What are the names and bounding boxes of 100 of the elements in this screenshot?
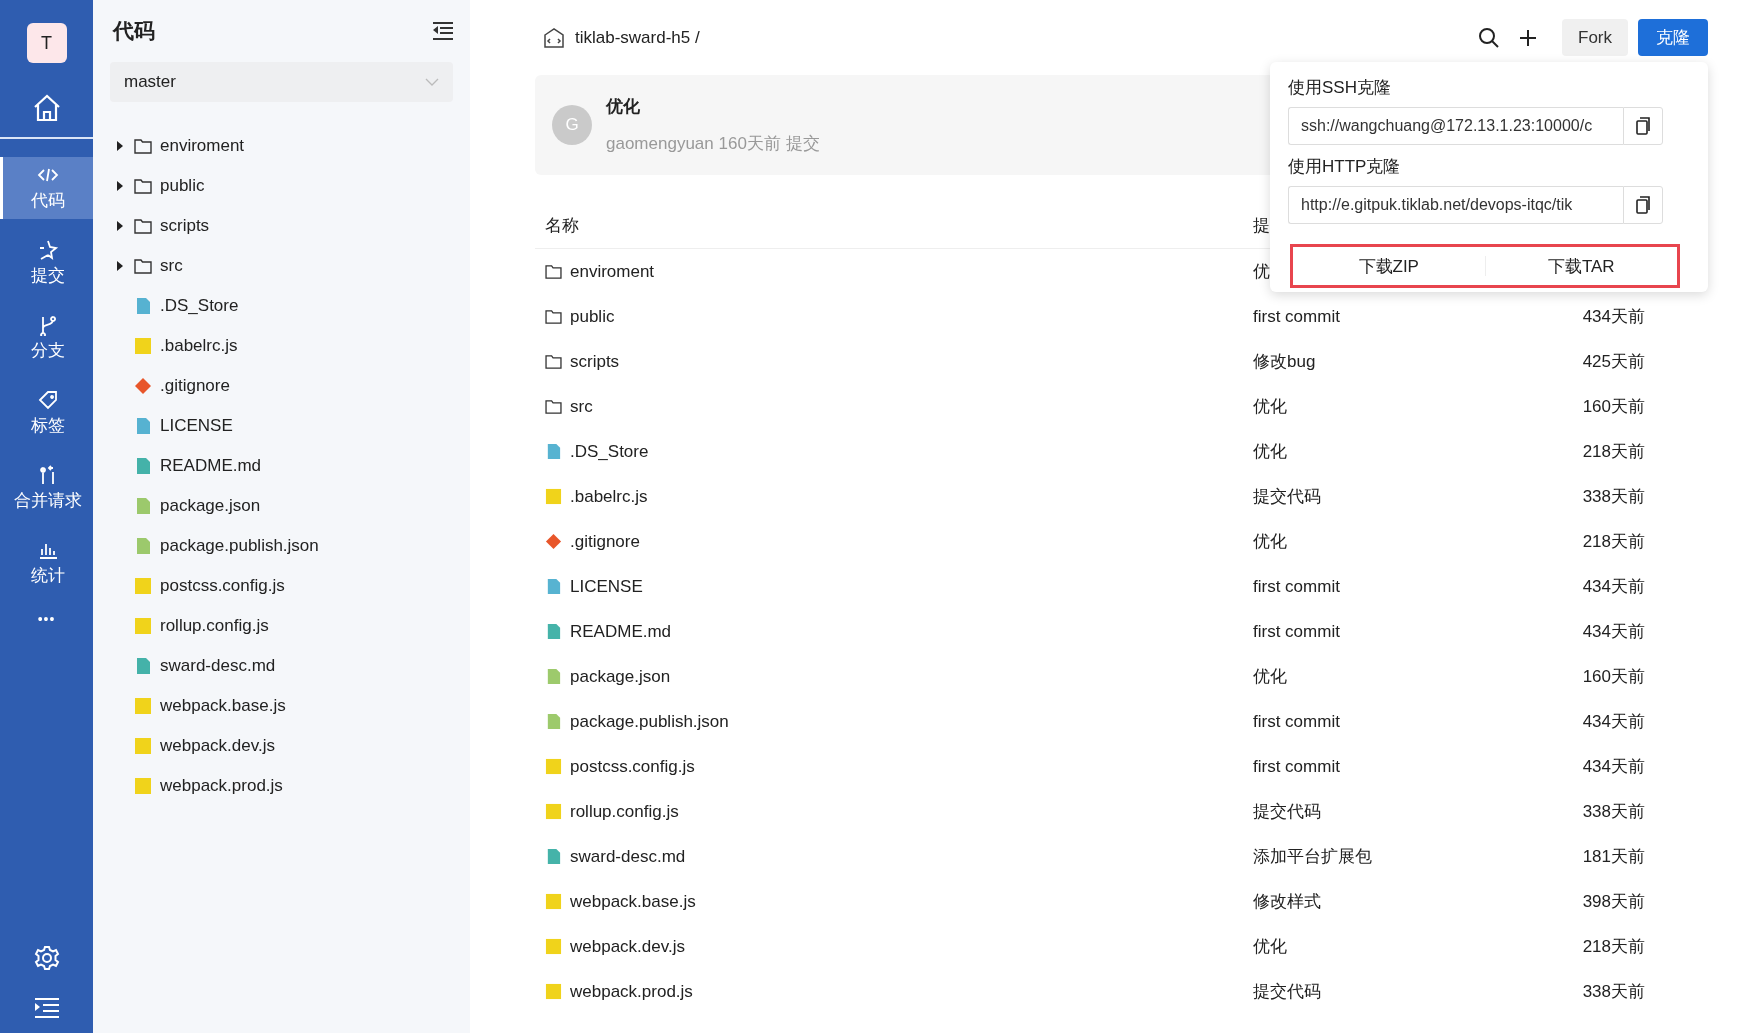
nav-item[interactable]: 标签 (0, 382, 93, 444)
time-cell-text: 338天前 (1581, 486, 1645, 508)
tree-item[interactable]: scripts (110, 206, 453, 246)
branch-select[interactable]: master (110, 62, 453, 102)
commit-cell: 提交代码 (1253, 982, 1321, 1001)
tree-item[interactable]: package.publish.json (110, 526, 453, 566)
time-cell-text: 218天前 (1581, 531, 1645, 553)
folder-icon (545, 399, 562, 414)
nav-item[interactable]: 提交 (0, 232, 93, 294)
folder-icon (545, 264, 562, 279)
file-name-link[interactable]: README.md (570, 621, 672, 642)
commit-cell: 优化 (1253, 442, 1287, 461)
file-name-link[interactable]: sward-desc.md (570, 846, 686, 867)
commit-message: 优化 (606, 96, 641, 118)
menu-icon[interactable] (34, 997, 59, 1019)
tree-item[interactable]: package.json (110, 486, 453, 526)
tree-item[interactable]: webpack.dev.js (110, 726, 453, 766)
file-icon (134, 577, 152, 595)
search-icon[interactable] (1478, 26, 1500, 49)
file-name-link[interactable]: scripts (570, 351, 620, 372)
tree-item[interactable]: postcss.config.js (110, 566, 453, 606)
file-name-link[interactable]: .gitignore (570, 531, 640, 552)
file-name-link[interactable]: public (570, 306, 615, 327)
tree-item[interactable]: .babelrc.js (110, 326, 453, 366)
tree-item[interactable]: webpack.base.js (110, 686, 453, 726)
file-name-link[interactable]: webpack.base.js (570, 891, 696, 912)
tree-item[interactable]: webpack.prod.js (110, 766, 453, 806)
commit-icon (37, 239, 59, 261)
file-icon (545, 848, 562, 865)
folder-icon (134, 138, 152, 154)
file-icon (545, 803, 562, 820)
settings-icon[interactable] (33, 945, 60, 971)
commit-cell: 优 (1253, 262, 1270, 281)
file-name-link[interactable]: postcss.config.js (570, 756, 695, 777)
tree-item[interactable]: rollup.config.js (110, 606, 453, 646)
file-name-link[interactable]: src (570, 396, 593, 417)
file-icon (545, 623, 562, 640)
chevron-down-icon (425, 77, 439, 87)
nav-item[interactable]: 统计 (0, 532, 93, 594)
repository-breadcrumb[interactable]: tiklab-sward-h5 / (575, 27, 700, 48)
panel-title: 代码 (111, 18, 155, 44)
file-name-link[interactable]: package.publish.json (570, 711, 729, 732)
tree-item[interactable]: public (110, 166, 453, 206)
copy-button[interactable] (1623, 186, 1663, 224)
file-icon (134, 297, 152, 315)
copy-icon (1635, 196, 1651, 214)
file-icon (545, 443, 562, 460)
file-icon (545, 668, 562, 685)
commit-cell: 提交代码 (1253, 802, 1321, 821)
file-name-link[interactable]: LICENSE (570, 576, 643, 597)
folder-icon (545, 309, 562, 324)
time-cell-text: 218天前 (1581, 441, 1645, 463)
file-icon (545, 893, 562, 910)
tree-item[interactable]: .gitignore (110, 366, 453, 406)
http-url-field[interactable]: http://e.gitpuk.tiklab.net/devops-itqc/tik (1288, 186, 1623, 224)
file-name-link[interactable]: package.json (570, 666, 671, 687)
time-cell-text: 160天前 (1581, 396, 1645, 418)
tree-item[interactable]: sward-desc.md (110, 646, 453, 686)
nav-item[interactable]: 代码 (0, 157, 93, 219)
file-icon (134, 537, 152, 555)
clone-button[interactable]: 克隆 (1638, 19, 1708, 56)
time-cell-text: 434天前 (1581, 306, 1645, 328)
tree-item[interactable]: .DS_Store (110, 286, 453, 326)
folder-icon (134, 258, 152, 274)
file-icon (134, 337, 152, 355)
download-button[interactable]: 下载ZIP (1293, 247, 1485, 285)
commit-cell: first commit (1253, 711, 1340, 731)
ssh-url-field[interactable]: ssh://wangchuang@172.13.1.23:10000/c (1288, 107, 1623, 145)
commit-cell: 修改样式 (1253, 892, 1321, 911)
plus-icon[interactable] (1518, 27, 1538, 48)
file-name-link[interactable]: .babelrc.js (570, 486, 648, 507)
commit-meta: gaomengyuan 160天前 提交 (606, 133, 820, 155)
tree-item[interactable]: LICENSE (110, 406, 453, 446)
collapse-icon[interactable] (433, 22, 453, 40)
file-name-link[interactable]: webpack.prod.js (570, 981, 693, 1002)
ssh-label: 使用SSH克隆 (1288, 77, 1392, 99)
more-button[interactable]: ••• (37, 611, 56, 627)
file-name-link[interactable]: .DS_Store (570, 441, 649, 462)
commit-cell: 优化 (1253, 667, 1287, 686)
fork-button[interactable]: Fork (1562, 19, 1628, 56)
column-header: 名称 (545, 215, 580, 237)
file-name-link[interactable]: rollup.config.js (570, 801, 679, 822)
file-name-link[interactable]: webpack.dev.js (570, 936, 685, 957)
workspace-avatar[interactable]: T (26, 23, 67, 63)
repository-icon (543, 26, 565, 49)
time-cell-text: 338天前 (1581, 801, 1645, 823)
file-icon (134, 377, 152, 395)
nav-item[interactable]: 分支 (0, 307, 93, 369)
tree-item[interactable]: enviroment (110, 126, 453, 166)
commit-cell: 优化 (1253, 937, 1287, 956)
time-cell-text: 160天前 (1581, 666, 1645, 688)
time-cell-text: 434天前 (1581, 621, 1645, 643)
file-name-link[interactable]: enviroment (570, 261, 655, 282)
download-button[interactable]: 下载TAR (1485, 247, 1677, 285)
folder-icon (545, 354, 562, 369)
nav-item[interactable]: 合并请求 (0, 457, 93, 519)
copy-button[interactable] (1623, 107, 1663, 145)
tree-item[interactable]: src (110, 246, 453, 286)
file-icon (134, 777, 152, 795)
tree-item[interactable]: README.md (110, 446, 453, 486)
